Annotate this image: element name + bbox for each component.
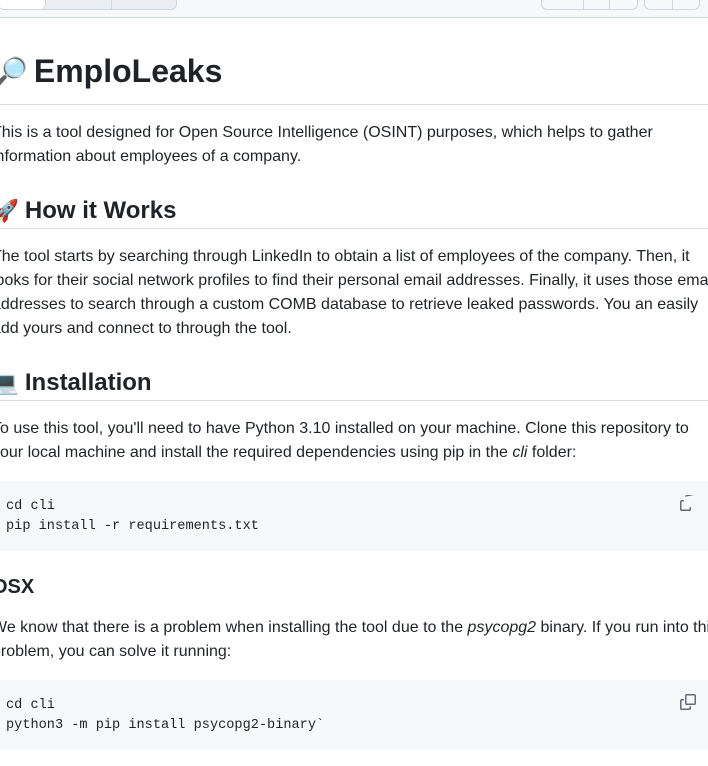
install-code: cd cli pip install -r requirements.txt bbox=[6, 499, 259, 534]
install-text-a: To use this tool, you'll need to have Py… bbox=[0, 420, 689, 461]
code-block-install: cd cli pip install -r requirements.txt bbox=[0, 481, 708, 551]
view-tabs bbox=[0, 0, 177, 10]
install-text-b: folder: bbox=[527, 444, 577, 461]
osx-text-em: psycopg2 bbox=[467, 619, 537, 636]
how-text: The tool starts by searching through Lin… bbox=[0, 248, 708, 337]
edit-group bbox=[644, 0, 700, 10]
page-title: 🔎 EmploLeaks bbox=[0, 18, 708, 105]
how-heading: 🚀 How it Works bbox=[0, 193, 708, 229]
osx-text-a: We know that there is a problem when ins… bbox=[0, 619, 468, 636]
readme-content: 🔎 EmploLeaks This is a tool designed for … bbox=[0, 18, 708, 766]
intro-text: This is a tool designed for Open Source … bbox=[0, 124, 653, 165]
tab-code[interactable] bbox=[46, 0, 112, 9]
osx-text: We know that there is a problem when ins… bbox=[0, 616, 708, 664]
download-button[interactable] bbox=[610, 0, 637, 9]
title-text: EmploLeaks bbox=[33, 53, 223, 89]
file-actions-group bbox=[541, 0, 638, 10]
copy-raw-button[interactable] bbox=[584, 0, 611, 9]
edit-button[interactable] bbox=[645, 0, 673, 9]
magnifier-icon: 🔎 bbox=[0, 57, 28, 89]
how-heading-text: How it Works bbox=[24, 197, 177, 224]
install-text-em: cli bbox=[512, 444, 528, 461]
copy-icon[interactable] bbox=[680, 495, 696, 511]
copy-icon[interactable] bbox=[680, 694, 696, 710]
osx-code: cd cli python3 -m pip install psycopg2-b… bbox=[6, 698, 325, 733]
file-toolbar bbox=[0, 0, 708, 18]
install-heading-text: Installation bbox=[24, 369, 152, 396]
install-heading: 💻 Installation bbox=[0, 365, 708, 401]
osx-heading: OSX bbox=[0, 576, 35, 598]
install-text: To use this tool, you'll need to have Py… bbox=[0, 417, 708, 465]
tab-preview[interactable] bbox=[0, 0, 46, 9]
more-button[interactable] bbox=[673, 0, 699, 9]
code-block-osx: cd cli python3 -m pip install psycopg2-b… bbox=[0, 680, 708, 750]
raw-button[interactable] bbox=[542, 0, 584, 9]
laptop-icon: 💻 bbox=[0, 370, 19, 395]
rocket-icon: 🚀 bbox=[0, 198, 19, 223]
